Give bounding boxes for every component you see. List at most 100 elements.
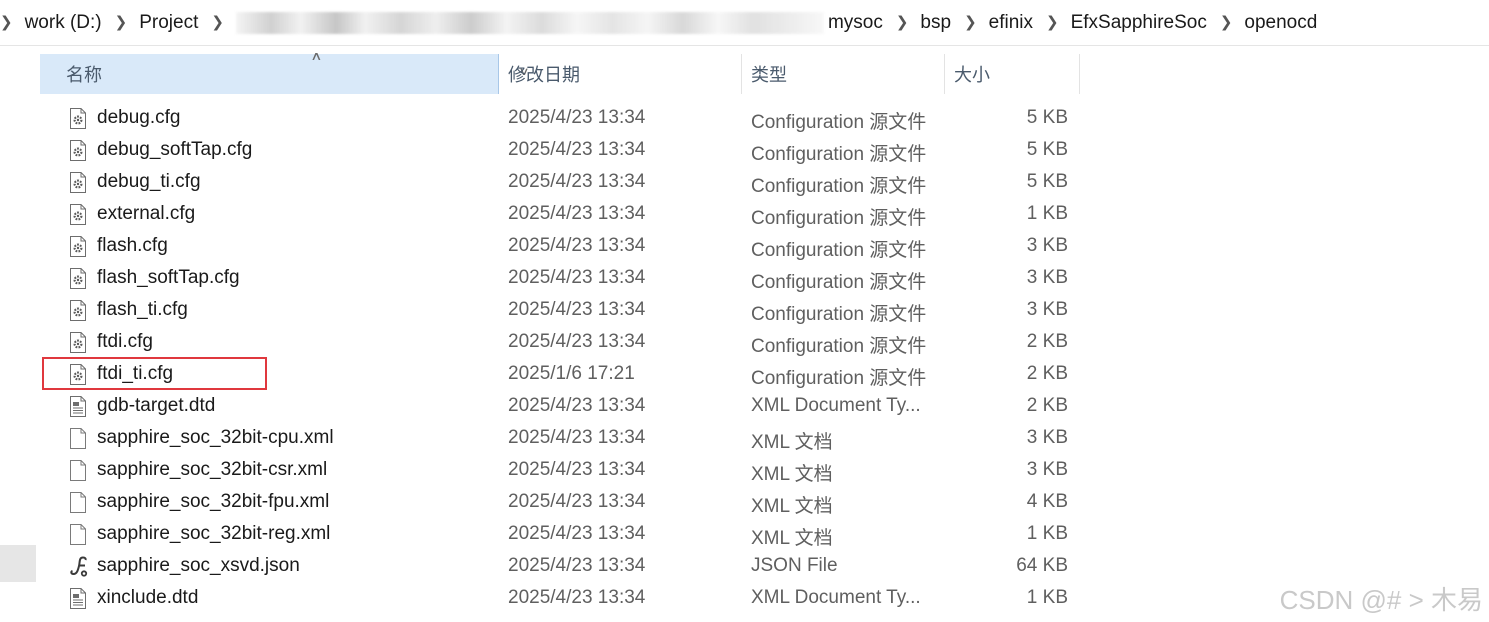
column-header-size-label: 大小 bbox=[954, 65, 990, 85]
file-row[interactable]: gdb-target.dtd 2025/4/23 13:34 XML Docum… bbox=[0, 391, 1100, 423]
file-type: XML Document Ty... bbox=[751, 395, 921, 416]
file-date: 2025/4/23 13:34 bbox=[508, 107, 646, 128]
column-header-name[interactable]: ∧ 名称 ∨ bbox=[40, 49, 530, 94]
file-size: 2 KB bbox=[1026, 331, 1068, 352]
file-explorer: ❯ work (D:) ❯ Project ❯ mysoc ❯ bsp ❯ ef… bbox=[0, 0, 1489, 622]
file-size: 1 KB bbox=[1026, 587, 1068, 608]
column-header-size[interactable]: 大小 bbox=[945, 54, 1080, 94]
file-name[interactable]: flash_ti.cfg bbox=[97, 299, 188, 321]
file-row[interactable]: debug_ti.cfg 2025/4/23 13:34 Configurati… bbox=[0, 167, 1100, 199]
file-size: 2 KB bbox=[1026, 363, 1068, 384]
config-file-icon bbox=[70, 140, 86, 161]
file-row[interactable]: sapphire_soc_32bit-csr.xml 2025/4/23 13:… bbox=[0, 455, 1100, 487]
chevron-right-icon[interactable]: ❯ bbox=[896, 13, 909, 31]
chevron-right-icon[interactable]: ❯ bbox=[115, 13, 128, 31]
redacted-path-segment bbox=[235, 11, 824, 34]
breadcrumb-openocd[interactable]: openocd bbox=[1244, 12, 1317, 34]
file-type: Configuration 源文件 bbox=[751, 112, 927, 133]
file-row[interactable]: external.cfg 2025/4/23 13:34 Configurati… bbox=[0, 199, 1100, 231]
blank-file-icon bbox=[70, 524, 86, 545]
file-name[interactable]: debug.cfg bbox=[97, 107, 180, 129]
chevron-right-icon[interactable]: ❯ bbox=[964, 13, 977, 31]
file-date: 2025/4/23 13:34 bbox=[508, 395, 646, 416]
file-type: Configuration 源文件 bbox=[751, 272, 927, 293]
file-size: 3 KB bbox=[1026, 427, 1068, 448]
file-date: 2025/4/23 13:34 bbox=[508, 331, 646, 352]
file-row[interactable]: sapphire_soc_32bit-reg.xml 2025/4/23 13:… bbox=[0, 519, 1100, 551]
json-file-icon bbox=[70, 556, 88, 577]
file-type: Configuration 源文件 bbox=[751, 208, 927, 229]
chevron-right-icon[interactable]: ❯ bbox=[211, 13, 224, 31]
file-name[interactable]: flash.cfg bbox=[97, 235, 168, 257]
file-type: Configuration 源文件 bbox=[751, 240, 927, 261]
file-row[interactable]: sapphire_soc_xsvd.json 2025/4/23 13:34 J… bbox=[0, 551, 1100, 583]
file-type: Configuration 源文件 bbox=[751, 304, 927, 325]
file-name[interactable]: sapphire_soc_32bit-csr.xml bbox=[97, 459, 327, 481]
file-date: 2025/4/23 13:34 bbox=[508, 523, 646, 544]
file-type: Configuration 源文件 bbox=[751, 336, 927, 357]
file-type: XML 文档 bbox=[751, 464, 833, 485]
file-row[interactable]: flash_ti.cfg 2025/4/23 13:34 Configurati… bbox=[0, 295, 1100, 327]
column-header-type[interactable]: 类型 bbox=[742, 54, 945, 94]
file-type: JSON File bbox=[751, 555, 838, 576]
file-name[interactable]: xinclude.dtd bbox=[97, 587, 198, 609]
file-name[interactable]: external.cfg bbox=[97, 203, 195, 225]
file-date: 2025/4/23 13:34 bbox=[508, 171, 646, 192]
file-date: 2025/4/23 13:34 bbox=[508, 491, 646, 512]
file-row[interactable]: flash_softTap.cfg 2025/4/23 13:34 Config… bbox=[0, 263, 1100, 295]
breadcrumb-mysoc[interactable]: mysoc bbox=[828, 12, 883, 34]
file-row[interactable]: ftdi.cfg 2025/4/23 13:34 Configuration 源… bbox=[0, 327, 1100, 359]
file-row[interactable]: debug.cfg 2025/4/23 13:34 Configuration … bbox=[0, 103, 1100, 135]
file-date: 2025/4/23 13:34 bbox=[508, 555, 646, 576]
file-date: 2025/4/23 13:34 bbox=[508, 299, 646, 320]
file-name[interactable]: ftdi.cfg bbox=[97, 331, 153, 353]
file-size: 64 KB bbox=[1016, 555, 1068, 576]
file-name[interactable]: debug_softTap.cfg bbox=[97, 139, 252, 161]
file-size: 5 KB bbox=[1026, 139, 1068, 160]
address-bar[interactable]: ❯ work (D:) ❯ Project ❯ mysoc ❯ bsp ❯ ef… bbox=[0, 0, 1489, 46]
file-row[interactable]: debug_softTap.cfg 2025/4/23 13:34 Config… bbox=[0, 135, 1100, 167]
column-header-date[interactable]: 修改日期 bbox=[499, 54, 742, 94]
file-date: 2025/4/23 13:34 bbox=[508, 587, 646, 608]
config-file-icon bbox=[70, 332, 86, 353]
blank-file-icon bbox=[70, 460, 86, 481]
breadcrumb-bsp[interactable]: bsp bbox=[920, 12, 951, 34]
blank-file-icon bbox=[70, 428, 86, 449]
highlight-annotation bbox=[42, 357, 267, 390]
chevron-right-icon[interactable]: ❯ bbox=[1046, 13, 1059, 31]
config-file-icon bbox=[70, 108, 86, 129]
file-name[interactable]: debug_ti.cfg bbox=[97, 171, 201, 193]
document-file-icon bbox=[70, 396, 86, 417]
file-row[interactable]: sapphire_soc_32bit-fpu.xml 2025/4/23 13:… bbox=[0, 487, 1100, 519]
file-name[interactable]: flash_softTap.cfg bbox=[97, 267, 240, 289]
column-header-name-label: 名称 bbox=[66, 65, 102, 85]
sort-ascending-icon: ∧ bbox=[310, 49, 323, 63]
watermark: CSDN @# > 木易 bbox=[1279, 585, 1483, 615]
breadcrumb-project[interactable]: Project bbox=[139, 12, 198, 34]
file-size: 3 KB bbox=[1026, 235, 1068, 256]
breadcrumb-efxsapphiresoc[interactable]: EfxSapphireSoc bbox=[1071, 12, 1207, 34]
file-date: 2025/4/23 13:34 bbox=[508, 427, 646, 448]
file-size: 3 KB bbox=[1026, 267, 1068, 288]
file-row[interactable]: flash.cfg 2025/4/23 13:34 Configuration … bbox=[0, 231, 1100, 263]
file-row[interactable]: xinclude.dtd 2025/4/23 13:34 XML Documen… bbox=[0, 583, 1100, 615]
config-file-icon bbox=[70, 300, 86, 321]
file-type: Configuration 源文件 bbox=[751, 176, 927, 197]
breadcrumb-efinix[interactable]: efinix bbox=[989, 12, 1033, 34]
column-header-type-label: 类型 bbox=[751, 65, 787, 85]
file-name[interactable]: sapphire_soc_xsvd.json bbox=[97, 555, 300, 577]
chevron-right-icon[interactable]: ❯ bbox=[1220, 13, 1233, 31]
file-type: XML 文档 bbox=[751, 432, 833, 453]
file-size: 5 KB bbox=[1026, 171, 1068, 192]
file-type: XML 文档 bbox=[751, 496, 833, 517]
config-file-icon bbox=[70, 204, 86, 225]
file-name[interactable]: sapphire_soc_32bit-cpu.xml bbox=[97, 427, 334, 449]
file-name[interactable]: gdb-target.dtd bbox=[97, 395, 215, 417]
chevron-right-icon[interactable]: ❯ bbox=[0, 13, 13, 31]
file-size: 3 KB bbox=[1026, 459, 1068, 480]
file-name[interactable]: sapphire_soc_32bit-fpu.xml bbox=[97, 491, 329, 513]
breadcrumb-work[interactable]: work (D:) bbox=[25, 12, 102, 34]
file-name[interactable]: sapphire_soc_32bit-reg.xml bbox=[97, 523, 330, 545]
file-row[interactable]: sapphire_soc_32bit-cpu.xml 2025/4/23 13:… bbox=[0, 423, 1100, 455]
file-type: Configuration 源文件 bbox=[751, 144, 927, 165]
